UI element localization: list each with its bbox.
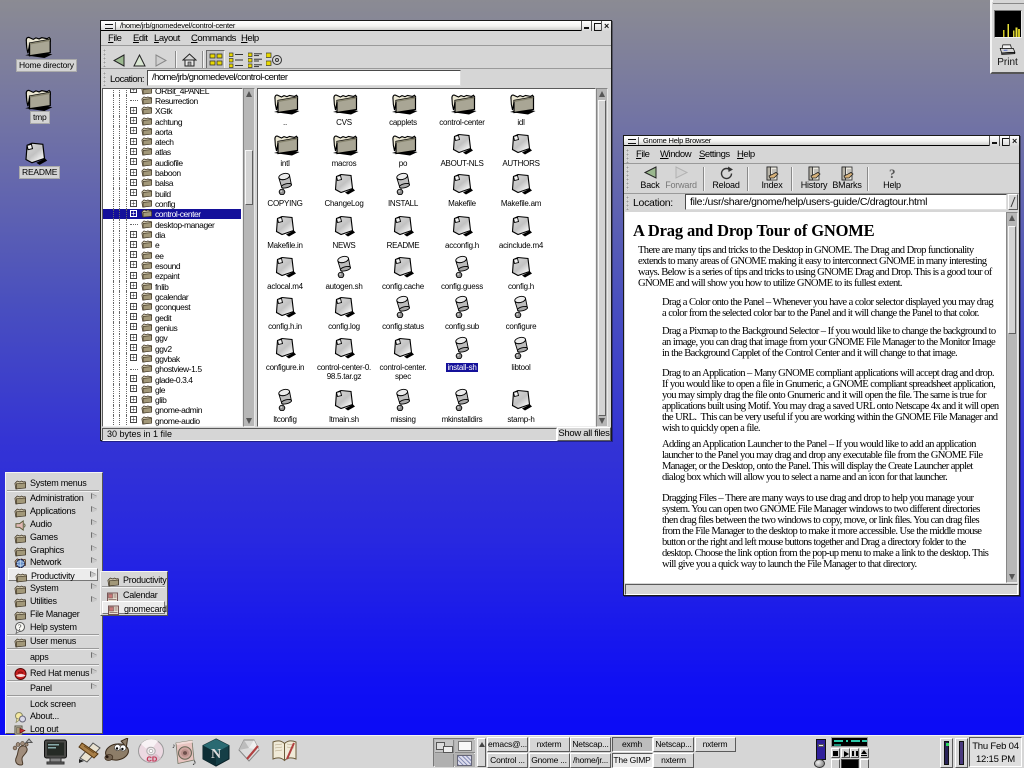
svg-text:N: N (211, 747, 221, 762)
svg-text:?: ? (889, 166, 896, 181)
svg-text:♪: ♪ (192, 757, 197, 766)
svg-text:♪: ♪ (172, 743, 176, 750)
svg-text:CD: CD (147, 755, 158, 764)
